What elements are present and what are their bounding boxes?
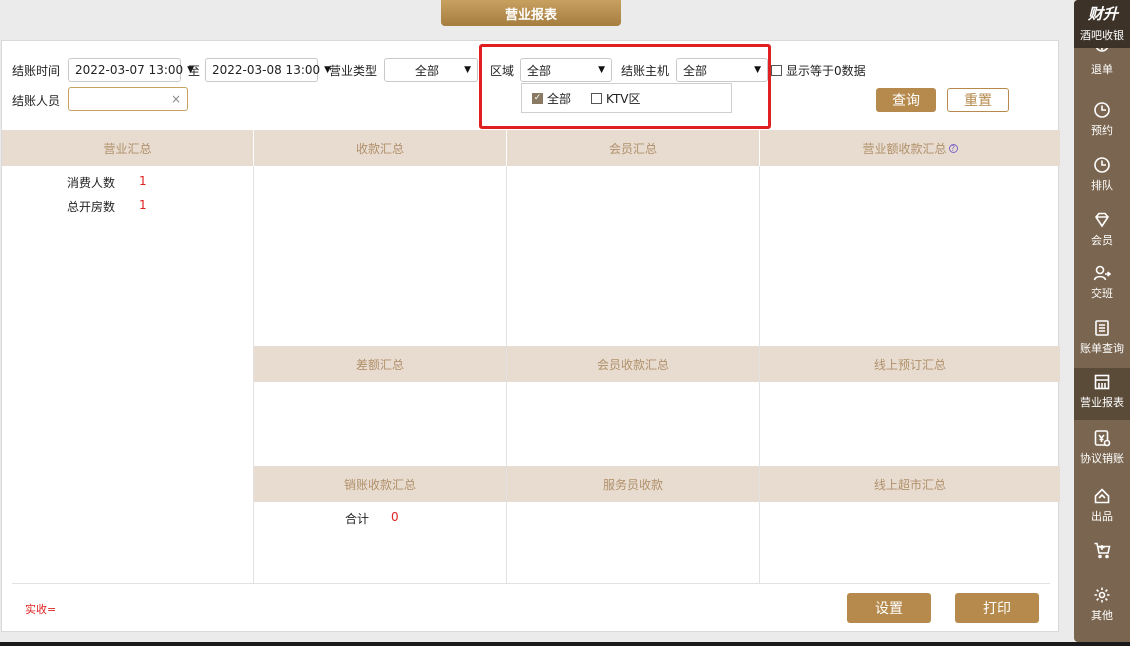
print-button[interactable]: 打印 xyxy=(955,593,1039,623)
checkout-time-label: 结账时间 xyxy=(12,64,61,78)
window-bottom-bar xyxy=(0,642,1130,646)
section-online-booking-summary: 线上预订汇总 xyxy=(760,346,1060,382)
cart-icon xyxy=(1092,540,1112,560)
brand-subtitle: 酒吧收银 xyxy=(1080,29,1124,42)
section-collection-summary: 收款汇总 xyxy=(254,130,506,166)
sidebar: 财升 酒吧收银 退单 预约 排队 会员 交班 账单查询 营业报表 协议销账 出品… xyxy=(1074,0,1130,642)
brand-logo: 财升 xyxy=(1088,5,1119,23)
section-business-summary: 营业汇总 xyxy=(2,130,253,166)
sidebar-item-label: 排队 xyxy=(1091,179,1113,192)
agreement-icon xyxy=(1092,428,1112,448)
area-value: 全部 xyxy=(527,63,552,78)
sidebar-item-member[interactable]: 会员 xyxy=(1074,210,1130,262)
reset-button[interactable]: 重置 xyxy=(947,88,1009,112)
operator-field[interactable]: × xyxy=(68,87,188,111)
consumers-label: 消费人数 xyxy=(67,176,116,190)
section-title: 营业额收款汇总 xyxy=(862,141,947,156)
checkbox-icon xyxy=(771,65,782,76)
sidebar-item-other[interactable]: 其他 xyxy=(1074,585,1130,637)
checkbox-checked-icon: ✓ xyxy=(532,92,543,104)
business-type-select[interactable]: 全部 ▼ xyxy=(384,58,478,82)
start-time-value: 2022-03-07 13:00 xyxy=(75,63,184,77)
sidebar-item-label: 会员 xyxy=(1091,234,1113,247)
sidebar-item-booking[interactable]: 预约 xyxy=(1074,100,1130,152)
sidebar-item-label: 交班 xyxy=(1091,287,1113,300)
actual-received-label: 实收= xyxy=(25,603,57,616)
checkbox-icon xyxy=(591,92,603,104)
section-revenue-collection-summary: 营业额收款汇总 ? xyxy=(760,130,1060,166)
sidebar-item-output[interactable]: 出品 xyxy=(1074,486,1130,538)
sidebar-item-agreement-writeoff[interactable]: 协议销账 xyxy=(1074,428,1130,480)
clock-icon xyxy=(1092,155,1112,175)
caret-down-icon: ▼ xyxy=(754,65,761,75)
business-type-label: 营业类型 xyxy=(329,64,378,78)
clear-icon[interactable]: × xyxy=(171,92,181,106)
end-time-value: 2022-03-08 13:00 xyxy=(212,63,321,77)
end-time-select[interactable]: 2022-03-08 13:00 ▼ xyxy=(205,58,331,82)
sidebar-item-business-report[interactable]: 营业报表 xyxy=(1074,368,1130,420)
sidebar-item-label: 退单 xyxy=(1091,63,1113,76)
section-online-market-summary: 线上超市汇总 xyxy=(760,466,1060,502)
sidebar-item-queue[interactable]: 排队 xyxy=(1074,155,1130,207)
show-zero-checkbox[interactable]: 显示等于0数据 xyxy=(771,62,866,79)
caret-down-icon: ▼ xyxy=(464,65,471,75)
footer-divider xyxy=(12,583,1050,584)
operator-label: 结账人员 xyxy=(12,94,61,108)
diamond-icon xyxy=(1092,210,1112,230)
sidebar-item-label: 预约 xyxy=(1091,124,1113,137)
area-option-label: KTV区 xyxy=(606,91,641,106)
sidebar-item-label: 出品 xyxy=(1091,510,1113,523)
host-label: 结账主机 xyxy=(621,64,670,78)
sidebar-item-cart[interactable] xyxy=(1074,540,1130,576)
page-title-tab: 营业报表 xyxy=(441,0,621,26)
caret-down-icon: ▼ xyxy=(598,65,605,75)
business-type-value: 全部 xyxy=(415,63,440,78)
area-option-all[interactable]: ✓ 全部 xyxy=(532,90,571,107)
host-select[interactable]: 全部 ▼ xyxy=(676,58,768,82)
document-icon xyxy=(1092,318,1112,338)
sidebar-item-shift[interactable]: 交班 xyxy=(1074,263,1130,315)
total-label: 合计 xyxy=(345,512,370,526)
report-panel: 结账时间 2022-03-07 13:00 ▼ 至 2022-03-08 13:… xyxy=(1,40,1060,632)
section-member-collection-summary: 会员收款汇总 xyxy=(507,346,759,382)
show-zero-label: 显示等于0数据 xyxy=(786,64,866,78)
host-value: 全部 xyxy=(683,63,708,78)
refund-icon xyxy=(1092,48,1112,58)
page-title: 营业报表 xyxy=(504,7,557,23)
settings-button[interactable]: 设置 xyxy=(847,593,931,623)
area-label: 区域 xyxy=(490,64,515,78)
operator-input[interactable] xyxy=(75,92,167,106)
report-icon xyxy=(1092,372,1112,392)
sidebar-item-bill-query[interactable]: 账单查询 xyxy=(1074,318,1130,370)
section-difference-summary: 差额汇总 xyxy=(254,346,506,382)
gear-icon xyxy=(1092,585,1112,605)
output-icon xyxy=(1092,486,1112,506)
sidebar-item-label: 其他 xyxy=(1091,609,1113,622)
user-switch-icon xyxy=(1092,263,1112,283)
clock-icon xyxy=(1092,100,1112,120)
sidebar-item-label: 账单查询 xyxy=(1080,342,1124,355)
area-option-ktv[interactable]: KTV区 xyxy=(591,90,641,107)
rooms-value: 1 xyxy=(139,198,147,212)
start-time-select[interactable]: 2022-03-07 13:00 ▼ xyxy=(68,58,194,82)
query-button[interactable]: 查询 xyxy=(876,88,936,112)
section-writeoff-collection-summary: 销账收款汇总 xyxy=(254,466,506,502)
area-option-label: 全部 xyxy=(547,91,572,106)
help-icon[interactable]: ? xyxy=(948,143,958,153)
sidebar-item-label: 协议销账 xyxy=(1080,452,1124,465)
section-member-summary: 会员汇总 xyxy=(507,130,759,166)
section-waiter-collection: 服务员收款 xyxy=(507,466,759,502)
rooms-label: 总开房数 xyxy=(67,200,116,214)
area-select[interactable]: 全部 ▼ xyxy=(520,58,612,82)
brand-header: 财升 酒吧收银 xyxy=(1074,0,1130,48)
total-value: 0 xyxy=(391,510,399,524)
consumers-value: 1 xyxy=(139,174,147,188)
to-label: 至 xyxy=(188,64,201,78)
sidebar-item-refund[interactable]: 退单 xyxy=(1074,48,1130,92)
area-dropdown: ✓ 全部 KTV区 xyxy=(521,83,732,113)
sidebar-item-label: 营业报表 xyxy=(1080,396,1124,409)
